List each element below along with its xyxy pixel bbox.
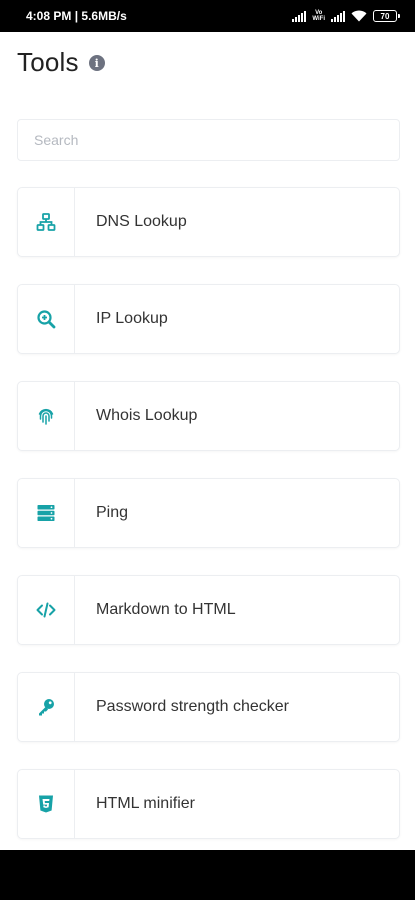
battery-icon: 70 <box>373 10 400 22</box>
signal-icon <box>292 10 307 22</box>
tool-card-markdown-to-html[interactable]: Markdown to HTML <box>17 575 400 645</box>
tool-icon-cell <box>18 770 75 838</box>
tool-label: Whois Lookup <box>96 407 198 424</box>
tool-label: Markdown to HTML <box>96 601 236 618</box>
tool-card-password-strength-checker[interactable]: Password strength checker <box>17 672 400 742</box>
tool-icon-cell <box>18 188 75 256</box>
header: Tools i <box>17 44 105 80</box>
tool-card-dns-lookup[interactable]: DNS Lookup <box>17 187 400 257</box>
tool-label: DNS Lookup <box>96 213 187 230</box>
tool-icon-cell <box>18 673 75 741</box>
fingerprint-icon <box>38 408 54 425</box>
tool-card-whois-lookup[interactable]: Whois Lookup <box>17 381 400 451</box>
status-time: 4:08 PM <box>26 9 72 23</box>
page-title: Tools <box>17 46 79 77</box>
tool-card-ip-lookup[interactable]: IP Lookup <box>17 284 400 354</box>
search-input[interactable] <box>34 132 399 148</box>
tool-icon-cell <box>18 382 75 450</box>
html5-icon <box>39 795 53 813</box>
tool-icon-cell <box>18 479 75 547</box>
signal-icon-2 <box>331 10 345 22</box>
tool-card-html-minifier[interactable]: HTML minifier <box>17 769 400 839</box>
tool-label: HTML minifier <box>96 795 195 812</box>
key-icon <box>39 699 54 716</box>
info-icon[interactable]: i <box>88 55 105 71</box>
tool-label: IP Lookup <box>96 310 168 327</box>
tool-icon-cell <box>18 576 75 644</box>
tool-card-ping[interactable]: Ping <box>17 478 400 548</box>
volte-icon: Vo WiFi <box>312 10 325 22</box>
battery-level: 70 <box>380 11 390 21</box>
tool-icon-cell <box>18 285 75 353</box>
search-box[interactable] <box>17 119 400 161</box>
status-speed: 5.6MB/s <box>81 9 127 23</box>
network-icon <box>36 213 56 231</box>
search-zoom-icon <box>37 310 56 329</box>
code-icon <box>36 602 56 618</box>
tool-list: DNS Lookup IP Lookup Whois Lookup Ping M… <box>17 187 400 866</box>
status-right: Vo WiFi 70 <box>292 10 400 22</box>
volte-bottom: WiFi <box>312 16 325 22</box>
status-left: 4:08 PM | 5.6MB/s <box>26 9 127 23</box>
tool-label: Password strength checker <box>96 698 289 715</box>
tool-label: Ping <box>96 504 129 521</box>
server-icon <box>37 505 55 521</box>
status-bar: 4:08 PM | 5.6MB/s Vo WiFi 70 <box>0 0 415 32</box>
bottom-bar <box>0 850 415 900</box>
wifi-icon <box>351 10 367 22</box>
